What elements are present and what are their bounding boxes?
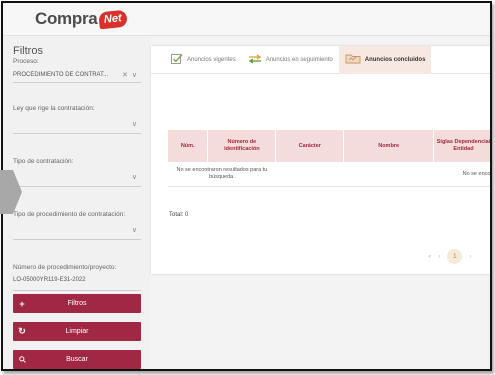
tab-label: Anuncios concluidos [364, 56, 426, 63]
first-page-icon[interactable]: « [428, 254, 431, 260]
next-page-icon[interactable]: › [469, 254, 471, 260]
tab-label: Anuncios en seguimiento [265, 56, 333, 63]
buscar-button[interactable]: Buscar [13, 350, 141, 369]
clear-icon[interactable]: ✕ [122, 71, 128, 79]
column-header-caracter[interactable]: Carácter [275, 130, 345, 162]
proceso-select[interactable]: PROCEDIMIENTO DE CONTRAT... ✕ ∨ [13, 67, 141, 83]
swap-arrows-icon [248, 53, 262, 66]
proceso-value: PROCEDIMIENTO DE CONTRAT... [13, 71, 109, 78]
tipo-procedimiento-label: Tipo de procedimiento de contratación: [13, 211, 126, 218]
logo-text: Compra [35, 9, 98, 28]
prev-page-icon[interactable]: ‹ [438, 254, 440, 260]
empty-message-right: No se encon [433, 162, 490, 187]
logo-badge: Net [98, 9, 128, 29]
tipo-contratacion-select[interactable]: ∨ [13, 167, 141, 187]
checkbox-icon [171, 53, 183, 66]
numero-procedimiento-label: Número de procedimiento/proyecto: [13, 264, 117, 271]
search-icon [13, 355, 31, 365]
announcement-tabs: Anuncios vigentes Anuncios en seguimient… [151, 45, 490, 74]
tab-anuncios-concluidos[interactable]: Anuncios concluidos [338, 45, 432, 74]
filters-title: Filtros [13, 45, 43, 57]
column-header-nombre[interactable]: Nombre [343, 130, 435, 162]
left-connector-arrow [0, 170, 22, 214]
filtros-button-label: Filtros [67, 300, 87, 307]
tipo-procedimiento-select[interactable]: ∨ [13, 220, 141, 240]
plus-icon: + [19, 298, 25, 309]
folder-icon [345, 53, 361, 66]
ley-select[interactable]: ∨ [13, 114, 141, 134]
total-count: Total: 0 [169, 212, 189, 218]
numero-procedimiento-input[interactable]: LO-05000YR119-E31-2022 [13, 271, 141, 291]
chevron-down-icon[interactable]: ∨ [132, 226, 137, 234]
app-window: Compra Net Filtros Proceso: PROCEDIMIENT… [1, 1, 492, 371]
limpiar-button[interactable]: ↻ Limpiar [13, 322, 141, 341]
column-header-siglas[interactable]: Siglas Dependencia/ Entidad [433, 130, 490, 162]
page-number-current[interactable]: 1 [447, 249, 463, 264]
tab-anuncios-seguimiento[interactable]: Anuncios en seguimiento [242, 46, 339, 74]
refresh-icon: ↻ [18, 326, 26, 336]
table-header-row: Núm. Número de identificación Carácter N… [168, 130, 490, 162]
filters-sidebar: Filtros Proceso: PROCEDIMIENTO DE CONTRA… [3, 37, 150, 369]
buscar-button-label: Buscar [66, 356, 88, 363]
tipo-contratacion-label: Tipo de contratación: [13, 158, 74, 165]
compranet-logo[interactable]: Compra Net [35, 9, 128, 29]
ley-label: Ley que rige la contratación: [13, 105, 95, 112]
results-table: Núm. Número de identificación Carácter N… [168, 130, 490, 187]
filtros-button[interactable]: + Filtros [13, 294, 141, 313]
results-panel: Anuncios vigentes Anuncios en seguimient… [151, 45, 490, 274]
chevron-down-icon[interactable]: ∨ [132, 173, 137, 181]
chevron-down-icon[interactable]: ∨ [132, 120, 137, 128]
top-header: Compra Net [3, 3, 490, 36]
pagination: « ‹ 1 › [428, 249, 471, 264]
chevron-down-icon[interactable]: ∨ [132, 71, 137, 79]
table-row: No se encontraron resultados para tu bús… [168, 162, 490, 187]
tab-label: Anuncios vigentes [187, 56, 236, 63]
column-header-id[interactable]: Número de identificación [207, 130, 277, 162]
tab-anuncios-vigentes[interactable]: Anuncios vigentes [165, 46, 242, 74]
empty-message: No se encontraron resultados para tu bús… [168, 162, 276, 187]
column-header-num[interactable]: Núm. [168, 130, 209, 162]
limpiar-button-label: Limpiar [65, 328, 89, 335]
proceso-label: Proceso: [13, 58, 39, 65]
